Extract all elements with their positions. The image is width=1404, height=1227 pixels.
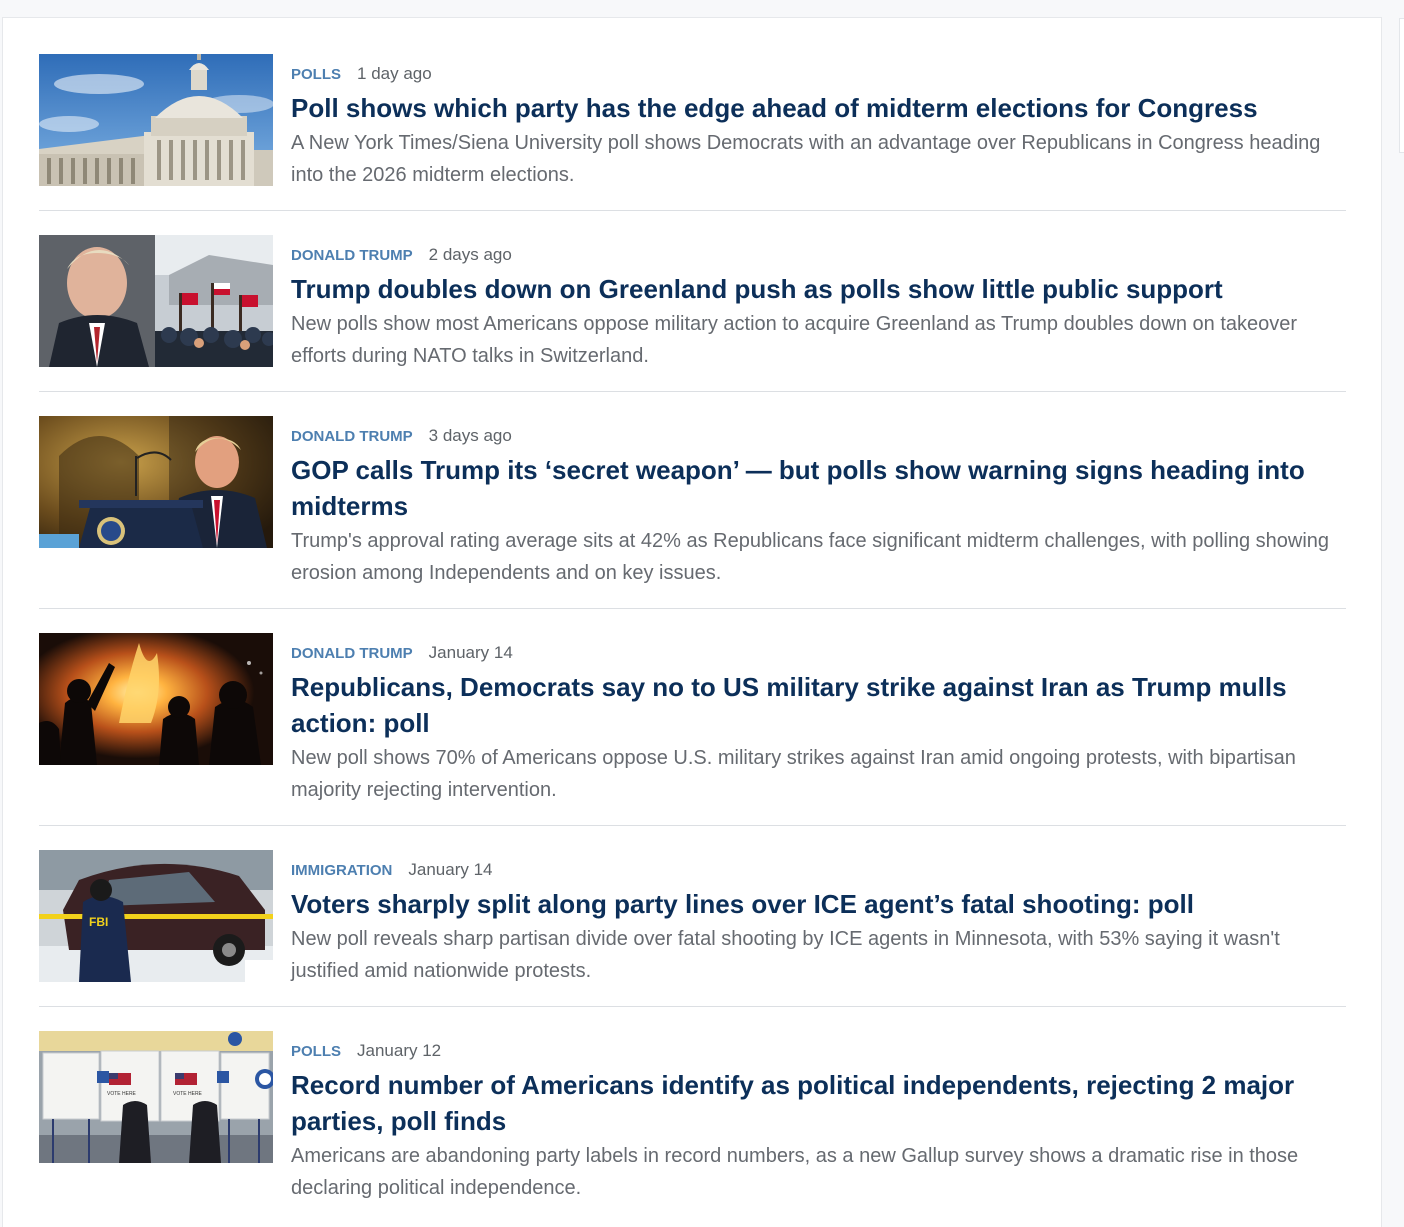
article-text: POLLS January 12 Record number of Americ… <box>291 1031 1346 1204</box>
article-headline[interactable]: Poll shows which party has the edge ahea… <box>291 90 1346 126</box>
article-meta: DONALD TRUMP 2 days ago <box>291 245 1346 264</box>
article-item[interactable]: DONALD TRUMP 3 days ago GOP calls Trump … <box>39 416 1346 589</box>
article-date: 2 days ago <box>428 245 512 264</box>
article-headline[interactable]: GOP calls Trump its ‘secret weapon’ — bu… <box>291 452 1346 524</box>
article-meta: DONALD TRUMP 3 days ago <box>291 426 1346 445</box>
article-item[interactable]: FBI IMMIGRATION January 14 Voters sharpl… <box>39 850 1346 987</box>
article-date: January 14 <box>408 860 493 879</box>
article-text: DONALD TRUMP 3 days ago GOP calls Trump … <box>291 416 1346 589</box>
article-summary: New polls show most Americans oppose mil… <box>291 313 1298 367</box>
category-label[interactable]: POLLS <box>291 1043 341 1060</box>
article-headline[interactable]: Voters sharply split along party lines o… <box>291 886 1346 922</box>
trump-podium-image <box>39 416 273 548</box>
capitol-dome-image <box>39 54 273 186</box>
iran-protest-fire-image <box>39 633 273 765</box>
article-meta: DONALD TRUMP January 14 <box>291 643 1346 662</box>
article-thumbnail[interactable]: VOTE HERE VOTE HERE <box>39 1031 273 1163</box>
article-divider <box>39 391 1346 392</box>
voting-booths-image: VOTE HERE VOTE HERE <box>39 1031 273 1163</box>
category-label[interactable]: POLLS <box>291 66 341 83</box>
article-headline[interactable]: Trump doubles down on Greenland push as … <box>291 271 1346 307</box>
article-item[interactable]: POLLS 1 day ago Poll shows which party h… <box>39 54 1346 191</box>
article-thumbnail[interactable] <box>39 633 273 765</box>
vote-here-label: VOTE HERE <box>173 1091 203 1097</box>
article-date: 3 days ago <box>428 426 512 445</box>
category-label[interactable]: IMMIGRATION <box>291 862 392 879</box>
article-text: POLLS 1 day ago Poll shows which party h… <box>291 54 1346 191</box>
article-date: January 12 <box>357 1041 442 1060</box>
article-item[interactable]: VOTE HERE VOTE HERE POLLS January 12 Rec… <box>39 1031 1346 1204</box>
article-item[interactable]: DONALD TRUMP 2 days ago Trump doubles do… <box>39 235 1346 372</box>
category-label[interactable]: DONALD TRUMP <box>291 247 413 264</box>
article-summary: Trump's approval rating average sits at … <box>291 530 1330 584</box>
article-divider <box>39 210 1346 211</box>
fbi-jacket-text: FBI <box>89 915 108 929</box>
adjacent-panel-edge <box>1399 18 1404 153</box>
category-label[interactable]: DONALD TRUMP <box>291 645 413 662</box>
article-thumbnail[interactable] <box>39 54 273 186</box>
article-thumbnail[interactable] <box>39 235 273 367</box>
article-text: DONALD TRUMP January 14 Republicans, Dem… <box>291 633 1346 806</box>
article-meta: IMMIGRATION January 14 <box>291 860 1346 879</box>
article-text: IMMIGRATION January 14 Voters sharply sp… <box>291 850 1346 987</box>
trump-greenland-protest-image <box>39 235 273 367</box>
article-divider <box>39 825 1346 826</box>
article-summary: New poll reveals sharp partisan divide o… <box>291 928 1280 982</box>
article-date: January 14 <box>428 643 513 662</box>
article-summary: New poll shows 70% of Americans oppose U… <box>291 747 1296 801</box>
article-date: 1 day ago <box>357 64 432 83</box>
category-label[interactable]: DONALD TRUMP <box>291 428 413 445</box>
article-text: DONALD TRUMP 2 days ago Trump doubles do… <box>291 235 1346 372</box>
article-headline[interactable]: Republicans, Democrats say no to US mili… <box>291 669 1346 741</box>
article-headline[interactable]: Record number of Americans identify as p… <box>291 1067 1346 1139</box>
fbi-crime-scene-image: FBI <box>39 850 273 982</box>
vote-here-label: VOTE HERE <box>107 1091 137 1097</box>
article-thumbnail[interactable] <box>39 416 273 548</box>
article-item[interactable]: DONALD TRUMP January 14 Republicans, Dem… <box>39 633 1346 806</box>
article-meta: POLLS 1 day ago <box>291 64 1346 83</box>
article-divider <box>39 1006 1346 1007</box>
article-feed: POLLS 1 day ago Poll shows which party h… <box>2 17 1382 1227</box>
article-meta: POLLS January 12 <box>291 1041 1346 1060</box>
article-thumbnail[interactable]: FBI <box>39 850 273 982</box>
article-summary: A New York Times/Siena University poll s… <box>291 132 1321 186</box>
article-summary: Americans are abandoning party labels in… <box>291 1145 1299 1199</box>
article-divider <box>39 608 1346 609</box>
